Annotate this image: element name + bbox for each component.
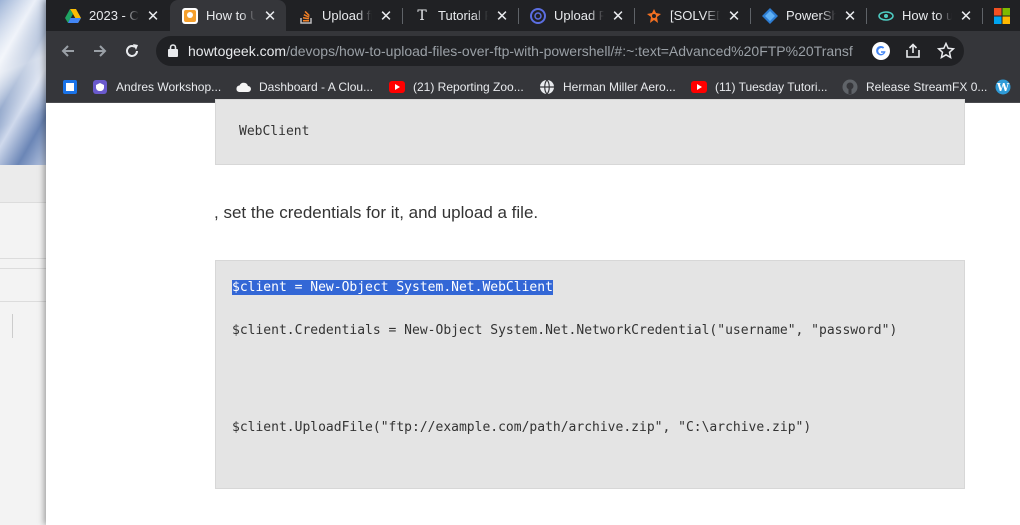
bookmark-label: Herman Miller Aero... — [563, 80, 676, 94]
divider — [0, 268, 46, 269]
close-tab-icon[interactable]: ✕ — [726, 8, 742, 25]
close-tab-icon[interactable]: ✕ — [610, 8, 626, 25]
tab-strip: 2023 - Cre ✕ How to Up ✕ Upload file ✕ T… — [46, 0, 1020, 31]
share-icon[interactable] — [904, 42, 922, 65]
tab-title: [SOLVED] — [670, 8, 720, 23]
arrow-left-icon — [61, 45, 74, 57]
tab-google-drive[interactable]: 2023 - Cre ✕ — [53, 0, 169, 31]
bookmark-label: (21) Reporting Zoo... — [413, 80, 524, 94]
close-tab-icon[interactable]: ✕ — [494, 8, 510, 25]
desktop-wallpaper — [0, 0, 46, 165]
close-tab-icon[interactable]: ✕ — [842, 8, 858, 25]
github-icon — [842, 79, 858, 95]
reload-icon — [126, 44, 138, 57]
tab-microsoft[interactable] — [982, 0, 1020, 31]
page-content: WebClient , set the credentials for it, … — [46, 99, 1020, 525]
tab-howtogeek[interactable]: How to Up ✕ — [170, 0, 286, 31]
back-button[interactable] — [54, 37, 82, 65]
bookmark-label: Dashboard - A Clou... — [259, 80, 374, 94]
tab-tutorial[interactable]: T Tutorial Po ✕ — [402, 0, 518, 31]
tab-title: How to up — [902, 8, 952, 23]
code-block: $client = New-Object System.Net.WebClien… — [215, 260, 965, 489]
eye-icon — [878, 8, 894, 24]
tab-title: Upload file — [322, 8, 372, 23]
reload-button[interactable] — [118, 37, 146, 65]
bookmark-label: Andres Workshop... — [116, 80, 222, 94]
browser-toolbar: howtogeek.com/devops/how-to-upload-files… — [46, 31, 1020, 72]
howtogeek-icon — [182, 7, 198, 24]
bookmark-label: (11) Tuesday Tutori... — [715, 80, 828, 94]
tab-upload-file[interactable]: Upload File ✕ — [518, 0, 634, 31]
bookmark-release-streamfx[interactable]: Release StreamFX 0... — [842, 72, 987, 102]
tab-powershell[interactable]: PowerShel ✕ — [750, 0, 866, 31]
tab-stackoverflow[interactable]: Upload file ✕ — [286, 0, 402, 31]
bookmark-andres-workshop[interactable]: Andres Workshop... — [92, 72, 221, 102]
code-line: $client.Credentials = New-Object System.… — [232, 323, 898, 338]
github-icon — [530, 7, 546, 24]
apps-icon — [62, 79, 78, 95]
selected-code-text: $client = New-Object System.Net.WebClien… — [232, 280, 553, 295]
bookmark-star-icon[interactable] — [936, 41, 956, 65]
shield-icon — [92, 79, 108, 95]
url-path: /devops/how-to-upload-files-over-ftp-wit… — [286, 43, 853, 59]
bookmark-tuesday-tutorial[interactable]: (11) Tuesday Tutori... — [691, 72, 828, 102]
arrow-right-icon — [94, 45, 107, 57]
tab-solved[interactable]: [SOLVED] ✕ — [634, 0, 750, 31]
tab-title: Tutorial Po — [438, 8, 488, 23]
code-block: WebClient — [215, 99, 965, 165]
code-line: WebClient — [239, 124, 310, 139]
divider — [0, 301, 46, 302]
google-drive-icon — [65, 8, 81, 24]
tutorial-icon: T — [417, 7, 427, 24]
tab-how-to-upload[interactable]: How to up ✕ — [866, 0, 982, 31]
code-line: $client.UploadFile("ftp://example.com/pa… — [232, 420, 812, 435]
url-text: howtogeek.com/devops/how-to-upload-files… — [188, 43, 853, 59]
bookmark-dashboard[interactable]: Dashboard - A Clou... — [235, 72, 373, 102]
tab-title: How to Up — [206, 8, 256, 23]
bookmark-label: Release StreamFX 0... — [866, 80, 988, 94]
tab-title: 2023 - Cre — [89, 8, 139, 23]
bookmark-apps[interactable] — [62, 72, 86, 102]
bookmark-reporting-zoo[interactable]: (21) Reporting Zoo... — [389, 72, 524, 102]
close-tab-icon[interactable]: ✕ — [378, 8, 394, 25]
tab-title: Upload File — [554, 8, 604, 23]
close-tab-icon[interactable]: ✕ — [145, 8, 161, 25]
youtube-icon — [691, 79, 707, 95]
article-paragraph: , set the credentials for it, and upload… — [214, 203, 539, 222]
close-tab-icon[interactable]: ✕ — [958, 8, 974, 25]
address-bar[interactable]: howtogeek.com/devops/how-to-upload-files… — [156, 36, 964, 66]
code-line: $client = New-Object System.Net.WebClien… — [232, 280, 553, 295]
lock-icon[interactable] — [168, 44, 178, 62]
bookmark-herman-miller[interactable]: Herman Miller Aero... — [539, 72, 676, 102]
background-panel — [0, 165, 46, 202]
background-window — [0, 0, 46, 525]
tab-title: PowerShel — [786, 8, 836, 23]
divider — [12, 314, 13, 338]
powershell-icon — [762, 7, 778, 24]
cloud-icon — [235, 79, 251, 95]
divider — [0, 202, 46, 203]
youtube-icon — [389, 79, 405, 95]
svg-text:W: W — [996, 81, 1010, 94]
url-host: howtogeek.com — [188, 43, 287, 59]
globe-icon — [539, 79, 555, 95]
close-tab-icon[interactable]: ✕ — [262, 8, 278, 25]
browser-window: 2023 - Cre ✕ How to Up ✕ Upload file ✕ T… — [46, 0, 1020, 525]
forward-button[interactable] — [86, 37, 114, 65]
bookmark-wordpress[interactable]: W — [995, 72, 1019, 102]
microsoft-icon — [994, 7, 1010, 24]
stackoverflow-icon — [298, 8, 314, 24]
spiceworks-icon — [646, 8, 662, 24]
google-icon[interactable] — [872, 42, 890, 65]
divider — [0, 258, 46, 259]
wordpress-icon: W — [995, 79, 1011, 95]
